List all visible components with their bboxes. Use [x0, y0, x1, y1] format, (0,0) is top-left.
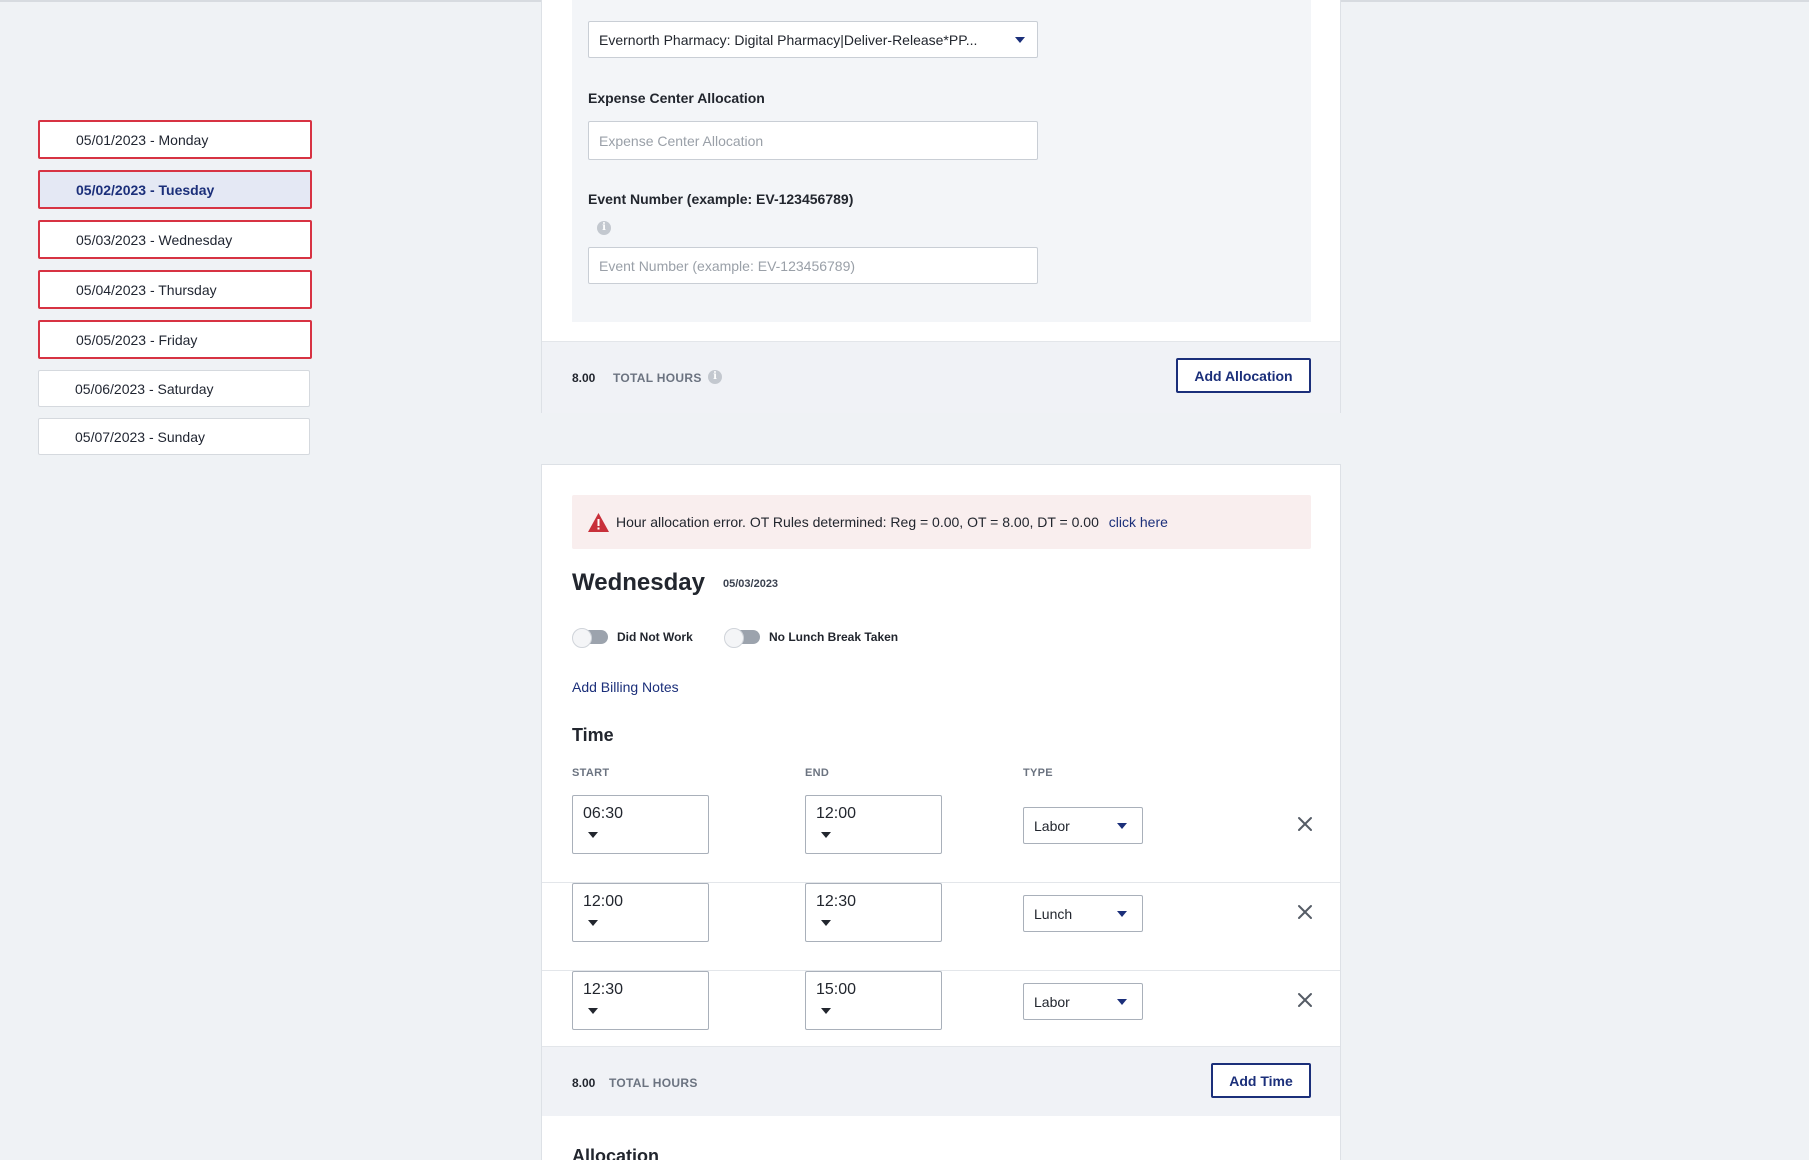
warning-icon [588, 513, 609, 532]
day-date: 05/03/2023 [723, 578, 779, 590]
day-item-tuesday[interactable]: 05/02/2023 - Tuesday [38, 170, 312, 209]
total-hours-label: TOTAL HOURS [613, 371, 702, 385]
event-number-label: Event Number (example: EV-123456789) [588, 191, 854, 207]
alert-click-here-link[interactable]: click here [1109, 514, 1168, 530]
event-number-input[interactable] [588, 247, 1038, 284]
day-item-label: 05/02/2023 - Tuesday [76, 181, 215, 198]
did-not-work-label: Did Not Work [617, 630, 693, 644]
start-time-value: 12:00 [583, 893, 624, 910]
close-icon[interactable] [1294, 989, 1316, 1011]
day-item-label: 05/06/2023 - Saturday [75, 380, 214, 397]
info-icon[interactable]: i [597, 221, 611, 235]
expense-center-label: Expense Center Allocation [588, 90, 765, 106]
end-time-select[interactable]: 12:30 [805, 883, 942, 942]
chevron-down-icon [1117, 911, 1127, 917]
day-navigation: 05/01/2023 - Monday 05/02/2023 - Tuesday… [38, 120, 312, 466]
add-time-button[interactable]: Add Time [1211, 1063, 1311, 1098]
no-lunch-label: No Lunch Break Taken [769, 630, 899, 644]
time-footer: 8.00 TOTAL HOURS Add Time [542, 1046, 1340, 1116]
end-time-select[interactable]: 15:00 [805, 971, 942, 1030]
project-select[interactable]: Evernorth Pharmacy: Digital Pharmacy|Del… [588, 21, 1038, 58]
chevron-down-icon [821, 920, 831, 926]
day-item-monday[interactable]: 05/01/2023 - Monday [38, 120, 312, 159]
info-icon[interactable]: i [708, 370, 722, 384]
type-value: Labor [1034, 818, 1070, 834]
type-value: Labor [1034, 994, 1070, 1010]
day-item-friday[interactable]: 05/05/2023 - Friday [38, 320, 312, 359]
end-time-value: 12:00 [816, 805, 857, 822]
start-time-value: 12:30 [583, 981, 624, 998]
page-title: Wednesday [572, 569, 705, 596]
day-item-saturday[interactable]: 05/06/2023 - Saturday [38, 370, 310, 407]
day-item-label: 05/05/2023 - Friday [76, 331, 198, 348]
day-item-sunday[interactable]: 05/07/2023 - Sunday [38, 418, 310, 455]
time-section-title: Time [572, 725, 614, 745]
start-time-select[interactable]: 06:30 [572, 795, 709, 854]
chevron-down-icon [821, 1008, 831, 1014]
allocation-footer: 8.00 TOTAL HOURS i Add Allocation [542, 341, 1340, 413]
type-select[interactable]: Lunch [1023, 895, 1143, 932]
allocation-section-title: Allocation [572, 1146, 660, 1160]
col-end-header: END [805, 767, 830, 779]
alert-message: Hour allocation error. OT Rules determin… [616, 514, 1168, 530]
type-value: Lunch [1034, 906, 1073, 922]
allocation-panel: Evernorth Pharmacy: Digital Pharmacy|Del… [541, 0, 1341, 413]
end-time-value: 12:30 [816, 893, 857, 910]
start-time-value: 06:30 [583, 805, 624, 822]
expense-center-input[interactable] [588, 121, 1038, 160]
time-row: 12:00 12:30 Lunch [542, 883, 1340, 971]
no-lunch-toggle[interactable] [724, 628, 760, 648]
chevron-down-icon [821, 832, 831, 838]
project-select-value: Evernorth Pharmacy: Digital Pharmacy|Del… [599, 32, 978, 48]
close-icon[interactable] [1294, 901, 1316, 923]
time-row: 06:30 12:00 Labor [542, 795, 1340, 883]
chevron-down-icon [1117, 823, 1127, 829]
day-item-label: 05/07/2023 - Sunday [75, 428, 205, 445]
type-select[interactable]: Labor [1023, 983, 1143, 1020]
col-type-header: TYPE [1023, 767, 1053, 779]
type-select[interactable]: Labor [1023, 807, 1143, 844]
chevron-down-icon [588, 920, 598, 926]
did-not-work-toggle[interactable] [572, 628, 608, 648]
error-alert: Hour allocation error. OT Rules determin… [572, 495, 1311, 549]
start-time-select[interactable]: 12:00 [572, 883, 709, 942]
add-allocation-button[interactable]: Add Allocation [1176, 358, 1311, 393]
total-hours-value: 8.00 [572, 371, 596, 385]
end-time-select[interactable]: 12:00 [805, 795, 942, 854]
add-billing-notes-link[interactable]: Add Billing Notes [572, 679, 679, 695]
day-item-thursday[interactable]: 05/04/2023 - Thursday [38, 270, 312, 309]
day-item-label: 05/01/2023 - Monday [76, 131, 209, 148]
chevron-down-icon [588, 832, 598, 838]
time-row: 12:30 15:00 Labor [542, 971, 1340, 1046]
total-hours-value: 8.00 [572, 1076, 596, 1090]
day-item-label: 05/04/2023 - Thursday [76, 281, 217, 298]
day-item-label: 05/03/2023 - Wednesday [76, 231, 233, 248]
close-icon[interactable] [1294, 813, 1316, 835]
alert-text: Hour allocation error. OT Rules determin… [616, 514, 1099, 530]
col-start-header: START [572, 767, 610, 779]
chevron-down-icon [1117, 999, 1127, 1005]
end-time-value: 15:00 [816, 981, 857, 998]
start-time-select[interactable]: 12:30 [572, 971, 709, 1030]
chevron-down-icon [588, 1008, 598, 1014]
allocation-form: Evernorth Pharmacy: Digital Pharmacy|Del… [572, 0, 1311, 322]
chevron-down-icon [1015, 37, 1025, 43]
day-panel-wednesday: Hour allocation error. OT Rules determin… [541, 464, 1341, 1160]
total-hours-label: TOTAL HOURS [609, 1076, 698, 1090]
day-item-wednesday[interactable]: 05/03/2023 - Wednesday [38, 220, 312, 259]
